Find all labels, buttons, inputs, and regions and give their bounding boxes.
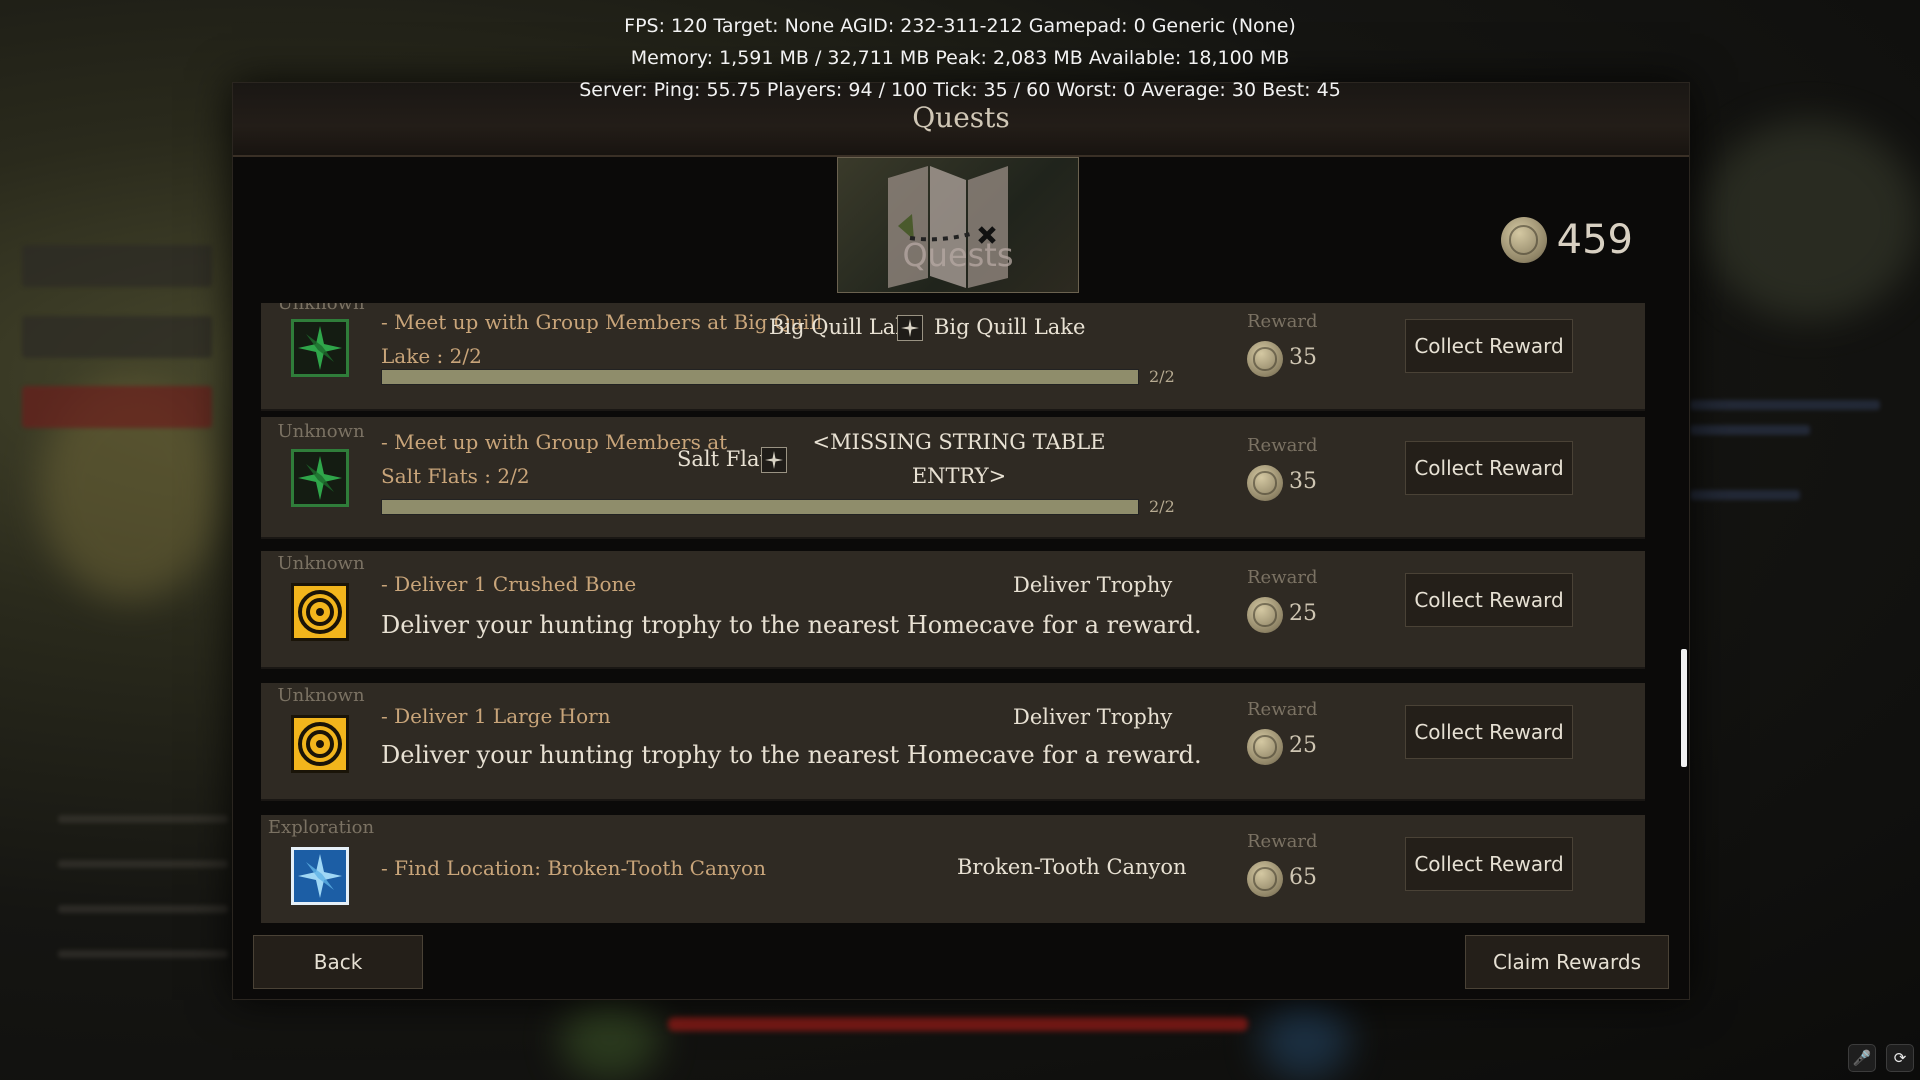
quest-destination: <MISSING STRING TABLE ENTRY>: [793, 425, 1125, 493]
reward-value: 25: [1289, 733, 1317, 758]
reward-value: 25: [1289, 601, 1317, 626]
quest-title-line: Lake : 2/2: [381, 344, 482, 368]
claw-coin-icon: [1247, 597, 1283, 633]
background-foliage: [560, 1000, 660, 1080]
reward-value: 35: [1289, 469, 1317, 494]
quest-row: Unknown - Meet up with Group Members at …: [261, 303, 1645, 411]
blue-compass-icon: [291, 847, 349, 905]
reward-label: Reward: [1247, 831, 1318, 852]
quest-category: Unknown: [277, 303, 365, 314]
background-text: [1690, 400, 1880, 410]
debug-line-memory: Memory: 1,591 MB / 32,711 MB Peak: 2,083…: [630, 47, 1290, 69]
target-icon: [291, 715, 349, 773]
collect-reward-button[interactable]: Collect Reward: [1405, 319, 1573, 373]
collect-reward-button[interactable]: Collect Reward: [1405, 441, 1573, 495]
quests-emblem: Quests: [837, 157, 1079, 293]
back-button[interactable]: Back: [253, 935, 423, 989]
background-text: [58, 860, 228, 868]
claw-coin-icon: [1247, 465, 1283, 501]
quest-list[interactable]: Unknown - Meet up with Group Members at …: [261, 303, 1645, 923]
quest-category: Unknown: [277, 421, 365, 442]
background-text: [1690, 425, 1810, 435]
background-text: [58, 815, 228, 823]
quest-row: Unknown - Meet up with Group Members at …: [261, 417, 1645, 539]
background-menu-item: [22, 386, 212, 428]
green-compass-icon: [291, 449, 349, 507]
quest-row: Unknown - Deliver 1 Crushed Bone Deliver…: [261, 551, 1645, 669]
background-text: [58, 950, 228, 958]
quests-panel: Quests Quests 459 Unknown - Meet up with…: [232, 82, 1690, 1000]
quest-title: - Deliver 1 Large Horn: [381, 704, 611, 728]
quest-description: Deliver your hunting trophy to the neare…: [381, 741, 1202, 769]
refresh-icon[interactable]: ⟳: [1886, 1044, 1914, 1072]
claw-coin-icon: [1247, 729, 1283, 765]
quest-title: - Meet up with Group Members at Salt Fla…: [381, 425, 727, 493]
collect-reward-button[interactable]: Collect Reward: [1405, 837, 1573, 891]
reward-label: Reward: [1247, 435, 1318, 456]
quest-description: Deliver your hunting trophy to the neare…: [381, 611, 1202, 639]
debug-overlay: FPS: 120 Target: None AGID: 232-311-212 …: [0, 10, 1920, 106]
background-text: [1690, 490, 1800, 500]
quest-location: Broken-Tooth Canyon: [957, 855, 1187, 879]
background-foliage: [1260, 1000, 1350, 1080]
quest-title: - Find Location: Broken-Tooth Canyon: [381, 856, 766, 880]
quest-title: - Meet up with Group Members at Big Quil…: [381, 305, 822, 373]
currency-amount: 459: [1556, 217, 1633, 263]
background-menu-item: [22, 245, 212, 287]
reward-value: 35: [1289, 345, 1317, 370]
destination-line: ENTRY>: [911, 464, 1007, 488]
quest-category: Exploration: [267, 817, 375, 838]
background-menu-item: [22, 316, 212, 358]
claw-coin-icon: [1247, 861, 1283, 897]
quest-category: Unknown: [277, 685, 365, 706]
quest-progress-bar: [381, 369, 1139, 385]
map-marker-icon[interactable]: [897, 315, 923, 341]
claim-rewards-button[interactable]: Claim Rewards: [1465, 935, 1669, 989]
quest-progress-text: 2/2: [1149, 497, 1175, 516]
progress-fill: [382, 500, 1138, 514]
quest-title-line: - Meet up with Group Members at Big Quil…: [381, 310, 823, 334]
quest-title-line: Salt Flats : 2/2: [381, 464, 530, 488]
debug-line-server: Server: Ping: 55.75 Players: 94 / 100 Ti…: [579, 79, 1341, 101]
reward-label: Reward: [1247, 311, 1318, 332]
progress-fill: [382, 370, 1138, 384]
quest-title: - Deliver 1 Crushed Bone: [381, 572, 637, 596]
quest-progress-bar: [381, 499, 1139, 515]
map-marker-icon[interactable]: [761, 447, 787, 473]
background-foliage: [1700, 120, 1920, 320]
background-text: [58, 905, 228, 913]
quest-progress-text: 2/2: [1149, 367, 1175, 386]
quest-title-line: - Meet up with Group Members at: [381, 430, 728, 454]
health-bar: [668, 1017, 1248, 1031]
quest-row: Exploration - Find Location: Broken-Toot…: [261, 815, 1645, 923]
reward-value: 65: [1289, 865, 1317, 890]
collect-reward-button[interactable]: Collect Reward: [1405, 573, 1573, 627]
quest-category: Unknown: [277, 553, 365, 574]
reward-label: Reward: [1247, 567, 1318, 588]
target-icon: [291, 583, 349, 641]
quest-destination: Big Quill Lake: [934, 315, 1086, 339]
collect-reward-button[interactable]: Collect Reward: [1405, 705, 1573, 759]
emblem-label: Quests: [902, 236, 1014, 274]
claw-coin-icon: [1500, 217, 1547, 263]
quest-row: Unknown - Deliver 1 Large Horn Deliver T…: [261, 683, 1645, 801]
claw-coin-icon: [1247, 341, 1283, 377]
green-compass-icon: [291, 319, 349, 377]
quest-location: Deliver Trophy: [1013, 705, 1173, 729]
quest-location: Deliver Trophy: [1013, 573, 1173, 597]
debug-line-fps: FPS: 120 Target: None AGID: 232-311-212 …: [624, 15, 1296, 37]
currency-display: 459: [1500, 217, 1633, 263]
quest-list-scrollbar[interactable]: [1681, 649, 1687, 767]
microphone-icon[interactable]: 🎤: [1848, 1044, 1876, 1072]
destination-line: <MISSING STRING TABLE: [812, 430, 1106, 454]
reward-label: Reward: [1247, 699, 1318, 720]
